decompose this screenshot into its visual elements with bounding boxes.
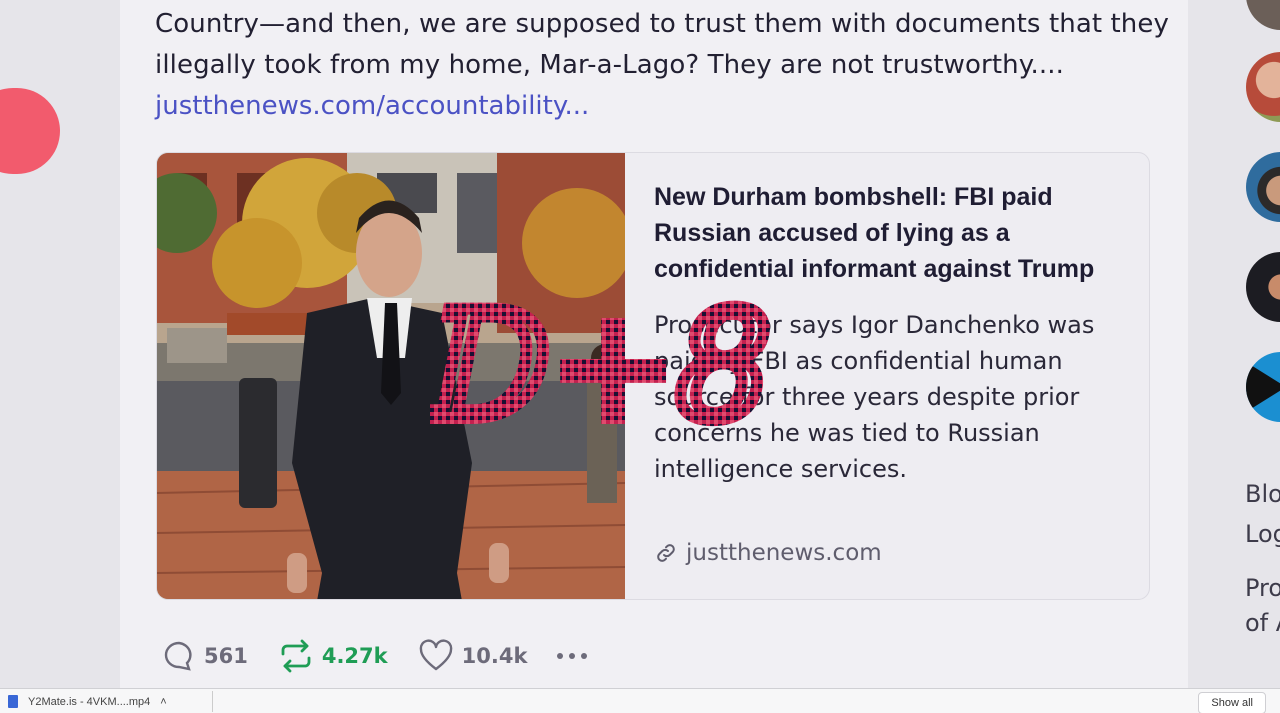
- post-link[interactable]: justthenews.com/accountability...: [155, 86, 589, 126]
- preview-domain-text: justthenews.com: [686, 540, 882, 566]
- preview-domain[interactable]: justthenews.com: [654, 540, 882, 566]
- red-side-tab[interactable]: [0, 88, 60, 174]
- divider: [212, 691, 213, 712]
- avatar[interactable]: [1246, 0, 1280, 30]
- like-count: 10.4k: [461, 644, 528, 668]
- avatar[interactable]: [1246, 352, 1280, 422]
- post-text: Country—and then, we are supposed to tru…: [155, 4, 1169, 86]
- avatar[interactable]: [1246, 52, 1280, 122]
- comment-icon: [164, 641, 192, 671]
- like-button[interactable]: 10.4k: [418, 639, 528, 673]
- reply-count: 561: [204, 644, 248, 668]
- download-file-name: Y2Mate.is - 4VKM....mp4: [28, 695, 151, 708]
- preview-body: New Durham bombshell: FBI paid Russian a…: [654, 179, 1124, 487]
- show-all-button[interactable]: Show all: [1198, 692, 1266, 713]
- right-sidebar: Blo Log Pro of A: [1188, 0, 1280, 688]
- reply-button[interactable]: 561: [162, 639, 248, 673]
- preview-description: Prosecutor says Igor Danchenko was paid …: [654, 311, 1095, 483]
- left-gutter: [0, 0, 120, 688]
- post-text-line: illegally took from my home, Mar-a-Lago?…: [155, 50, 1064, 80]
- avatar[interactable]: [1246, 152, 1280, 222]
- download-bar: Y2Mate.is - 4VKM....mp4 ˄ Show all: [0, 688, 1280, 713]
- preview-image: [157, 153, 625, 599]
- file-icon: [8, 695, 18, 708]
- more-options-button[interactable]: [557, 641, 588, 671]
- repost-count: 4.27k: [321, 644, 388, 668]
- dot-icon: [581, 653, 588, 659]
- dot-icon: [557, 653, 564, 659]
- preview-title: New Durham bombshell: FBI paid Russian a…: [654, 183, 1095, 283]
- sidebar-text: of A: [1245, 609, 1280, 637]
- download-item[interactable]: Y2Mate.is - 4VKM....mp4 ˄: [8, 695, 167, 708]
- repost-button[interactable]: 4.27k: [278, 639, 388, 673]
- post-actions: 561 4.27k 10.4k: [162, 636, 588, 676]
- sidebar-text: Blo: [1245, 480, 1280, 508]
- dot-icon: [569, 653, 576, 659]
- chevron-up-icon[interactable]: ˄: [160, 696, 166, 708]
- avatar[interactable]: [1246, 252, 1280, 322]
- link-icon: [657, 544, 675, 562]
- heart-icon: [419, 639, 452, 671]
- link-preview-card[interactable]: New Durham bombshell: FBI paid Russian a…: [156, 152, 1150, 600]
- sidebar-text: Pro: [1245, 574, 1280, 602]
- sidebar-text: Log: [1245, 520, 1280, 548]
- repost-icon: [281, 639, 311, 673]
- post-text-line: Country—and then, we are supposed to tru…: [155, 9, 1169, 39]
- post-card: Country—and then, we are supposed to tru…: [120, 0, 1188, 688]
